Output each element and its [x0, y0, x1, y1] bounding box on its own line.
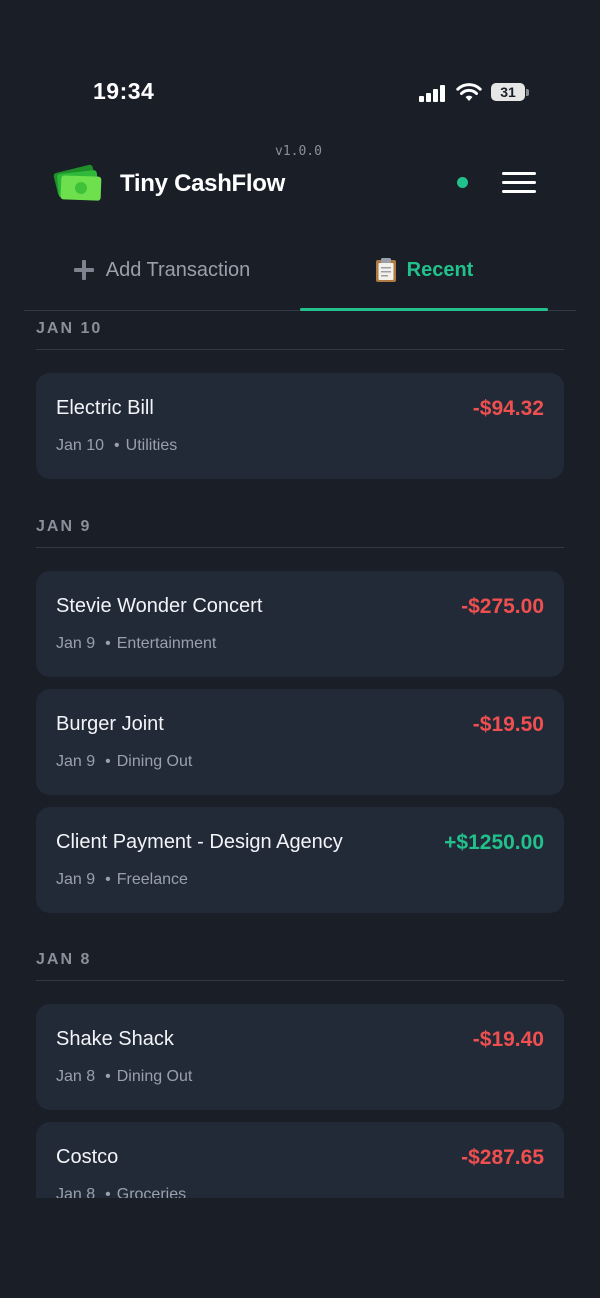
cash-logo-icon [53, 164, 102, 201]
transaction-date: Jan 9 [56, 635, 96, 652]
tab-label: Recent [406, 258, 474, 281]
menu-line-icon [502, 190, 536, 193]
transaction-title: Shake Shack [56, 1028, 174, 1050]
transaction-card[interactable]: Costco -$287.65 Jan 8 • Groceries [36, 1122, 564, 1198]
date-header: JAN 9 [36, 509, 564, 548]
hamburger-menu-button[interactable] [500, 170, 538, 196]
tab-bar: Add Transaction Recent [24, 232, 576, 311]
transaction-amount: -$275.00 [461, 595, 544, 618]
separator-dot: • [105, 1068, 111, 1085]
separator-dot: • [105, 1186, 111, 1198]
app-title: Tiny CashFlow [120, 170, 286, 197]
online-status-indicator [457, 177, 468, 188]
transaction-amount: -$19.40 [472, 1028, 544, 1051]
transaction-amount: +$1250.00 [444, 831, 544, 854]
transaction-date: Jan 8 [56, 1186, 96, 1198]
status-time: 19:34 [93, 78, 155, 104]
separator-dot: • [105, 871, 111, 888]
transaction-meta: Jan 8 • Dining Out [56, 1068, 192, 1086]
transaction-category: Entertainment [116, 635, 217, 652]
transaction-list[interactable]: JAN 10 Electric Bill -$94.32 Jan 10 • Util… [0, 311, 600, 1198]
status-bar: 19:34 31 [0, 0, 600, 130]
menu-line-icon [502, 172, 536, 175]
transaction-amount: -$19.50 [472, 713, 544, 736]
transaction-card[interactable]: Client Payment - Design Agency +$1250.00… [36, 807, 564, 913]
transaction-date: Jan 8 [56, 1068, 96, 1085]
date-header: JAN 10 [36, 311, 564, 350]
transaction-category: Dining Out [116, 753, 193, 770]
menu-line-icon [502, 181, 536, 184]
transaction-card[interactable]: Stevie Wonder Concert -$275.00 Jan 9 • Ent… [36, 571, 564, 677]
transaction-meta: Jan 9 • Freelance [56, 871, 188, 889]
transaction-card[interactable]: Electric Bill -$94.32 Jan 10 • Utilities [36, 373, 564, 479]
battery-icon: 31 [491, 83, 525, 101]
wifi-icon [456, 83, 482, 101]
transaction-date: Jan 9 [56, 753, 96, 770]
separator-dot: • [105, 753, 111, 770]
transaction-meta: Jan 9 • Dining Out [56, 753, 192, 771]
tab-recent[interactable]: Recent [300, 232, 548, 308]
clipboard-icon [375, 258, 396, 282]
transaction-category: Utilities [125, 437, 178, 454]
tab-label: Add Transaction [105, 258, 251, 281]
transaction-card[interactable]: Burger Joint -$19.50 Jan 9 • Dining Out [36, 689, 564, 795]
separator-dot: • [114, 437, 120, 454]
transaction-date: Jan 10 [56, 437, 105, 454]
transaction-title: Client Payment - Design Agency [56, 831, 343, 853]
transaction-card[interactable]: Shake Shack -$19.40 Jan 8 • Dining Out [36, 1004, 564, 1110]
transaction-title: Stevie Wonder Concert [56, 595, 263, 617]
transaction-category: Dining Out [116, 1068, 193, 1085]
date-header: JAN 8 [36, 942, 564, 981]
separator-dot: • [105, 635, 111, 652]
app-header: Tiny CashFlow v1.0.0 [0, 140, 600, 230]
transaction-amount: -$287.65 [461, 1146, 544, 1169]
app-version: v1.0.0 [275, 144, 322, 159]
battery-tip [526, 89, 529, 96]
plus-icon [73, 260, 94, 280]
transaction-title: Electric Bill [56, 397, 154, 419]
tab-add-transaction[interactable]: Add Transaction [24, 232, 300, 308]
transaction-category: Groceries [116, 1186, 187, 1198]
app-screen: 19:34 31 Tiny CashFlow v1.0.0 Add Transa… [0, 0, 600, 1298]
transaction-meta: Jan 8 • Groceries [56, 1186, 186, 1198]
transaction-title: Costco [56, 1146, 119, 1168]
transaction-category: Freelance [116, 871, 188, 888]
transaction-meta: Jan 10 • Utilities [56, 437, 177, 455]
cellular-signal-icon [419, 84, 447, 102]
transaction-meta: Jan 9 • Entertainment [56, 635, 216, 653]
transaction-title: Burger Joint [56, 713, 164, 735]
transaction-amount: -$94.32 [472, 397, 544, 420]
transaction-date: Jan 9 [56, 871, 96, 888]
